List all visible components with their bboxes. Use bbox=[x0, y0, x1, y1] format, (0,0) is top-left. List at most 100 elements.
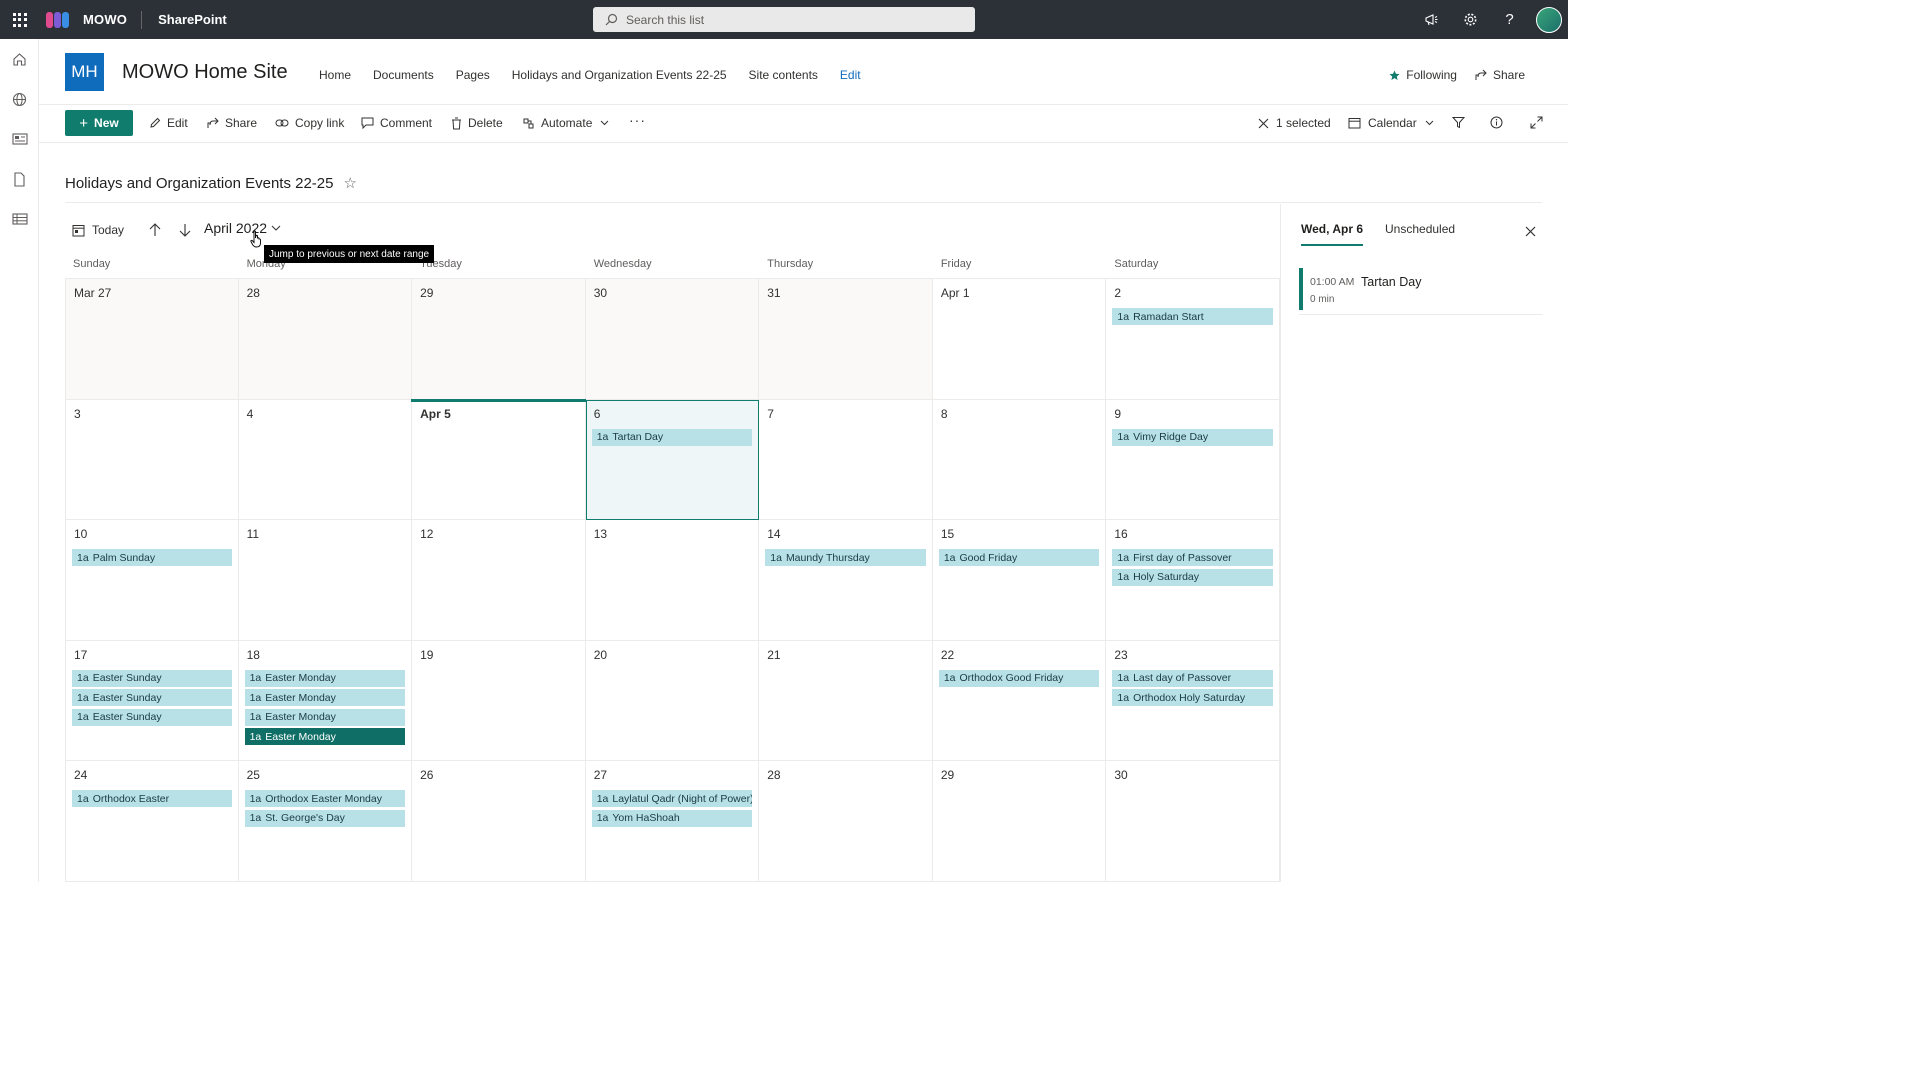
calendar-day[interactable]: Mar 27 bbox=[65, 279, 239, 400]
brand-name[interactable]: MOWO bbox=[83, 12, 127, 27]
list-icon[interactable] bbox=[0, 199, 39, 239]
calendar-event[interactable]: 1a Orthodox Holy Saturday bbox=[1112, 689, 1273, 707]
info-icon[interactable] bbox=[1490, 116, 1503, 129]
copy-link-button[interactable]: Copy link bbox=[275, 116, 344, 130]
expand-icon[interactable] bbox=[1530, 116, 1543, 129]
calendar-event[interactable]: 1a Orthodox Good Friday bbox=[938, 669, 1100, 687]
calendar-event[interactable]: 1a Easter Monday bbox=[244, 689, 406, 707]
site-title[interactable]: MOWO Home Site bbox=[122, 61, 288, 84]
nav-holidays[interactable]: Holidays and Organization Events 22-25 bbox=[512, 68, 727, 82]
nav-home[interactable]: Home bbox=[319, 68, 351, 82]
calendar-event[interactable]: 1a Palm Sunday bbox=[72, 549, 232, 566]
avatar[interactable] bbox=[1529, 0, 1568, 39]
calendar-event[interactable]: 1a Holy Saturday bbox=[1112, 568, 1273, 586]
calendar-event[interactable]: 1a Easter Monday bbox=[244, 669, 406, 687]
calendar-day[interactable]: Apr 5 bbox=[411, 398, 586, 520]
new-button[interactable]: + New bbox=[65, 110, 133, 136]
nav-pages[interactable]: Pages bbox=[456, 68, 490, 82]
app-launcher-icon[interactable] bbox=[0, 0, 39, 39]
calendar-day[interactable]: 26 bbox=[412, 761, 586, 882]
calendar-event[interactable]: 1a St. George's Day bbox=[244, 809, 406, 827]
comment-button[interactable]: Comment bbox=[361, 116, 432, 130]
gear-icon[interactable] bbox=[1451, 0, 1490, 39]
share-button[interactable]: Share bbox=[207, 116, 257, 130]
tab-selected-date[interactable]: Wed, Apr 6 bbox=[1301, 222, 1364, 246]
calendar-event[interactable]: 1a Vimy Ridge Day bbox=[1112, 428, 1273, 446]
calendar-day[interactable]: 20 bbox=[585, 640, 760, 761]
close-icon[interactable] bbox=[1525, 224, 1536, 242]
panel-event-item[interactable]: 01:00 AM Tartan Day 0 min bbox=[1299, 268, 1543, 315]
brand-logo-icon[interactable] bbox=[45, 10, 73, 30]
month-picker[interactable]: April 2022 bbox=[204, 220, 281, 236]
calendar-day[interactable]: 3 bbox=[65, 399, 239, 520]
today-button[interactable]: Today bbox=[72, 223, 124, 237]
previous-range-button[interactable] bbox=[148, 223, 162, 237]
calendar-day[interactable]: 13 bbox=[585, 520, 760, 641]
calendar-event[interactable]: 1a Good Friday bbox=[938, 549, 1100, 566]
calendar-day[interactable]: 29 bbox=[412, 279, 586, 400]
calendar-event[interactable]: 1a Ramadan Start bbox=[1112, 308, 1273, 325]
app-name[interactable]: SharePoint bbox=[158, 12, 227, 27]
calendar-day[interactable]: 12 bbox=[412, 520, 586, 641]
calendar-day[interactable]: 27 1a Laylatul Qadr (Night of Power) 1a Yom … bbox=[585, 761, 760, 882]
calendar-day[interactable]: 14 1a Maundy Thursday bbox=[759, 520, 933, 641]
tab-unscheduled[interactable]: Unscheduled bbox=[1385, 222, 1455, 246]
more-button[interactable]: ··· bbox=[629, 112, 646, 128]
calendar-event[interactable]: 1a Orthodox Easter Monday bbox=[244, 790, 406, 807]
calendar-event[interactable]: 1a Easter Sunday bbox=[72, 689, 232, 707]
calendar-day[interactable]: 6 1a Tartan Day bbox=[585, 399, 760, 520]
calendar-day[interactable]: 4 bbox=[238, 399, 413, 520]
calendar-event[interactable]: 1a Easter Monday bbox=[244, 708, 406, 726]
globe-icon[interactable] bbox=[0, 79, 39, 119]
calendar-day[interactable]: 30 bbox=[585, 279, 760, 400]
calendar-day[interactable]: 21 bbox=[759, 640, 933, 761]
help-icon[interactable]: ? bbox=[1490, 0, 1529, 39]
calendar-day[interactable]: 25 1a Orthodox Easter Monday 1a St. George's… bbox=[238, 761, 413, 882]
clear-selection-button[interactable]: 1 selected bbox=[1258, 116, 1331, 130]
calendar-day[interactable]: 17 1a Easter Sunday 1a Easter Sunday 1a Easter… bbox=[65, 640, 239, 761]
calendar-day[interactable]: 31 bbox=[759, 279, 933, 400]
calendar-event[interactable]: 1a Orthodox Easter bbox=[72, 790, 232, 807]
calendar-day[interactable]: 18 1a Easter Monday 1a Easter Monday 1a Easter… bbox=[238, 640, 413, 761]
automate-button[interactable]: Automate bbox=[522, 116, 609, 130]
calendar-day[interactable]: 24 1a Orthodox Easter bbox=[65, 761, 239, 882]
search-box[interactable]: Search this list bbox=[593, 7, 975, 32]
calendar-day[interactable]: 7 bbox=[759, 399, 933, 520]
calendar-day[interactable]: 28 bbox=[759, 761, 933, 882]
home-icon[interactable] bbox=[0, 39, 39, 79]
file-icon[interactable] bbox=[0, 159, 39, 199]
calendar-event[interactable]: 1a Last day of Passover bbox=[1112, 669, 1273, 687]
calendar-day[interactable]: 19 bbox=[412, 640, 586, 761]
calendar-day[interactable]: 30 bbox=[1106, 761, 1280, 882]
calendar-event[interactable]: 1a Easter Sunday bbox=[72, 669, 232, 687]
calendar-day[interactable]: Apr 1 bbox=[932, 279, 1107, 400]
news-icon[interactable] bbox=[0, 119, 39, 159]
calendar-event[interactable]: 1a Yom HaShoah bbox=[591, 809, 753, 827]
calendar-day[interactable]: 23 1a Last day of Passover 1a Orthodox Holy … bbox=[1106, 640, 1280, 761]
calendar-day[interactable]: 2 1a Ramadan Start bbox=[1106, 279, 1280, 400]
nav-site-contents[interactable]: Site contents bbox=[749, 68, 818, 82]
calendar-event[interactable]: 1a Laylatul Qadr (Night of Power) bbox=[591, 790, 753, 807]
calendar-day[interactable]: 11 bbox=[238, 520, 413, 641]
calendar-event[interactable]: 1a Easter Monday bbox=[244, 728, 406, 746]
site-share-button[interactable]: Share bbox=[1475, 68, 1525, 82]
calendar-day[interactable]: 28 bbox=[238, 279, 413, 400]
nav-documents[interactable]: Documents bbox=[373, 68, 434, 82]
megaphone-icon[interactable] bbox=[1412, 0, 1451, 39]
filter-icon[interactable] bbox=[1452, 116, 1465, 129]
calendar-event[interactable]: 1a Easter Sunday bbox=[72, 708, 232, 726]
calendar-event[interactable]: 1a Maundy Thursday bbox=[765, 549, 926, 566]
edit-button[interactable]: Edit bbox=[149, 116, 188, 130]
nav-edit-link[interactable]: Edit bbox=[840, 68, 861, 82]
next-range-button[interactable] bbox=[178, 223, 192, 237]
calendar-day[interactable]: 29 bbox=[932, 761, 1107, 882]
following-button[interactable]: Following bbox=[1389, 68, 1457, 82]
calendar-day[interactable]: 22 1a Orthodox Good Friday bbox=[932, 640, 1107, 761]
calendar-event[interactable]: 1a Tartan Day bbox=[591, 428, 753, 446]
delete-button[interactable]: Delete bbox=[451, 116, 503, 130]
calendar-day[interactable]: 8 bbox=[932, 399, 1107, 520]
search-input[interactable]: Search this list bbox=[626, 13, 704, 27]
calendar-day[interactable]: 15 1a Good Friday bbox=[932, 520, 1107, 641]
calendar-day[interactable]: 10 1a Palm Sunday bbox=[65, 520, 239, 641]
calendar-day[interactable]: 9 1a Vimy Ridge Day bbox=[1106, 399, 1280, 520]
